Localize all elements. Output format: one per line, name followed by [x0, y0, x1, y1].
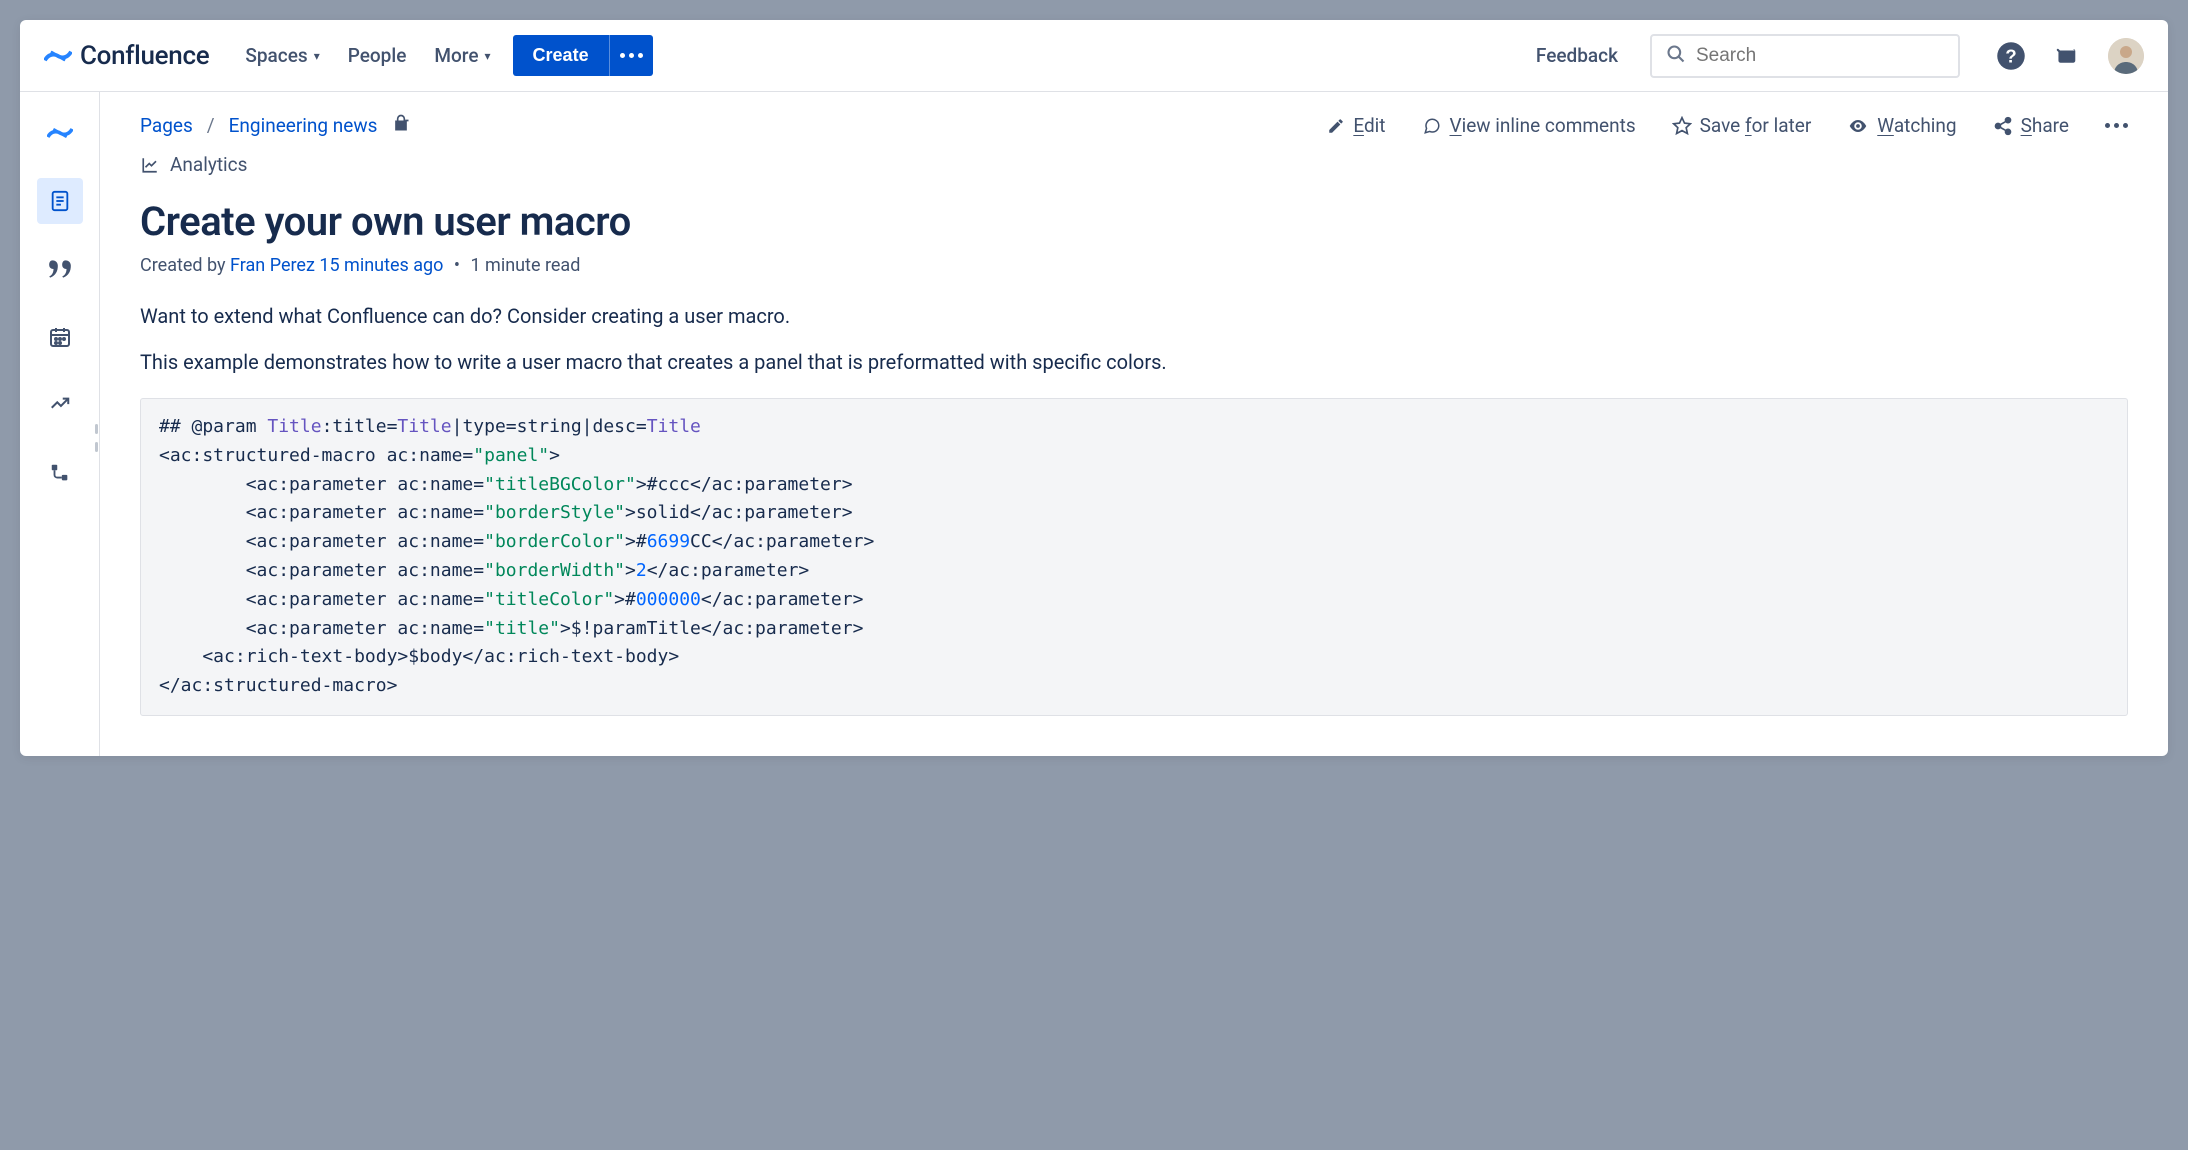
analytics-link[interactable]: Analytics: [140, 153, 2128, 176]
breadcrumb-space[interactable]: Engineering news: [229, 114, 378, 137]
nav-more-label: More: [434, 44, 478, 67]
create-more-button[interactable]: [609, 35, 653, 76]
search-icon: [1666, 44, 1686, 68]
top-nav: Spaces ▾ People More ▾: [245, 44, 490, 67]
create-button[interactable]: Create: [513, 35, 609, 76]
left-sidebar: [20, 92, 100, 756]
create-button-group: Create: [513, 35, 653, 76]
byline-createdby: Created by: [140, 255, 230, 276]
page-actions: Edit View inline comments Save for later…: [1327, 114, 2128, 137]
paragraph-2: This example demonstrates how to write a…: [140, 348, 2128, 376]
confluence-icon: [44, 42, 72, 70]
edit-action[interactable]: Edit: [1327, 114, 1385, 137]
breadcrumb-separator: /: [207, 114, 215, 137]
nav-people-label: People: [348, 44, 407, 67]
page-title: Create your own user macro: [140, 198, 2128, 245]
top-bar: Confluence Spaces ▾ People More ▾ Create…: [20, 20, 2168, 92]
sidebar-tree-icon[interactable]: [37, 450, 83, 496]
byline-read: 1 minute read: [470, 255, 580, 276]
sidebar-analytics-icon[interactable]: [37, 382, 83, 428]
sidebar-pages-icon[interactable]: [37, 178, 83, 224]
notifications-icon[interactable]: [2054, 43, 2080, 69]
page-header-row: Pages / Engineering news Edit View inlin…: [140, 112, 2128, 139]
sidebar-blog-icon[interactable]: [37, 246, 83, 292]
search-box[interactable]: [1650, 34, 1960, 78]
share-action[interactable]: Share: [1993, 114, 2069, 137]
watching-action[interactable]: Watching: [1847, 114, 1956, 137]
breadcrumb: Pages / Engineering news: [140, 112, 411, 139]
sidebar-home-icon[interactable]: [37, 110, 83, 156]
search-input[interactable]: [1696, 45, 1944, 67]
top-right-icons: ?: [1996, 38, 2144, 74]
chevron-down-icon: ▾: [485, 49, 491, 63]
svg-text:?: ?: [2005, 45, 2016, 66]
view-inline-comments-action[interactable]: View inline comments: [1422, 114, 1636, 137]
ellipsis-icon: [620, 53, 643, 58]
nav-people[interactable]: People: [348, 44, 407, 67]
view-inline-label: View inline comments: [1450, 114, 1636, 137]
byline-author[interactable]: Fran Perez: [230, 255, 315, 276]
watching-label: Watching: [1877, 114, 1956, 137]
user-avatar[interactable]: [2108, 38, 2144, 74]
byline-when[interactable]: 15 minutes ago: [319, 255, 443, 276]
share-label: Share: [2021, 114, 2069, 137]
byline-separator: •: [454, 255, 460, 276]
ellipsis-icon: [2105, 123, 2128, 128]
product-name: Confluence: [80, 41, 209, 71]
nav-spaces-label: Spaces: [245, 44, 307, 67]
edit-label: Edit: [1353, 114, 1385, 137]
chevron-down-icon: ▾: [314, 49, 320, 63]
product-logo[interactable]: Confluence: [44, 41, 209, 71]
sidebar-resize-handle[interactable]: [92, 424, 100, 452]
help-icon[interactable]: ?: [1996, 41, 2026, 71]
sidebar-calendar-icon[interactable]: [37, 314, 83, 360]
save-later-label: Save for later: [1700, 114, 1812, 137]
content-body: Pages / Engineering news Edit View inlin…: [20, 92, 2168, 756]
paragraph-1: Want to extend what Confluence can do? C…: [140, 302, 2128, 330]
byline: Created by Fran Perez 15 minutes ago • 1…: [140, 255, 2128, 276]
feedback-link[interactable]: Feedback: [1536, 44, 1618, 67]
more-actions[interactable]: [2105, 123, 2128, 128]
nav-spaces[interactable]: Spaces ▾: [245, 44, 319, 67]
restrictions-icon[interactable]: [391, 112, 411, 139]
app-window: Confluence Spaces ▾ People More ▾ Create…: [20, 20, 2168, 756]
breadcrumb-pages[interactable]: Pages: [140, 114, 193, 137]
save-for-later-action[interactable]: Save for later: [1672, 114, 1812, 137]
code-block: ## @param Title:title=Title|type=string|…: [140, 398, 2128, 716]
main-content: Pages / Engineering news Edit View inlin…: [100, 92, 2168, 756]
nav-more[interactable]: More ▾: [434, 44, 490, 67]
analytics-label: Analytics: [170, 153, 247, 176]
